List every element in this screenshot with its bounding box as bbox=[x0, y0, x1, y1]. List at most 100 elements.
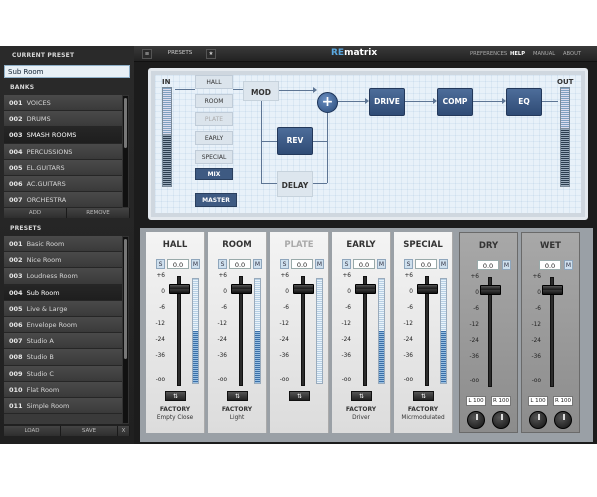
banks-scrollbar[interactable] bbox=[122, 95, 129, 208]
presets-scrollbar[interactable] bbox=[122, 236, 129, 424]
eq-node[interactable]: EQ bbox=[506, 88, 542, 116]
swap-icon[interactable]: ⇅ bbox=[413, 391, 434, 401]
early-fader-knob[interactable] bbox=[355, 284, 376, 294]
mute-button[interactable]: M bbox=[564, 260, 573, 270]
mute-button[interactable]: M bbox=[315, 259, 324, 269]
scale-label: +6 bbox=[218, 273, 227, 279]
remove-bank-button[interactable]: REMOVE bbox=[67, 208, 130, 218]
hall-fader-knob[interactable] bbox=[169, 284, 190, 294]
level-meter bbox=[440, 278, 447, 384]
gain-value-field[interactable]: 0.0 bbox=[415, 259, 437, 269]
preset-list-item[interactable]: 008 Studio B bbox=[4, 349, 122, 366]
left-pan-knob[interactable] bbox=[467, 411, 485, 429]
bank-item-name: PERCUSSIONS bbox=[26, 147, 73, 156]
right-pan-knob[interactable] bbox=[554, 411, 572, 429]
preset-list-item[interactable]: 010 Flat Room bbox=[4, 381, 122, 398]
module-special[interactable]: SPECIAL bbox=[195, 150, 233, 164]
gain-value-field[interactable]: 0.0 bbox=[167, 259, 189, 269]
bank-list-item[interactable]: 002 DRUMS bbox=[4, 111, 122, 128]
preset-list-item[interactable]: 006 Envelope Room bbox=[4, 316, 122, 334]
bank-list-item[interactable]: 001 VOICES bbox=[4, 95, 122, 112]
manual-link[interactable]: MANUAL bbox=[533, 51, 555, 57]
dry-fader-knob[interactable] bbox=[480, 285, 501, 295]
preset-list-item[interactable]: 003 Loudness Room bbox=[4, 268, 122, 285]
mute-button[interactable]: M bbox=[191, 259, 200, 269]
mute-button[interactable]: M bbox=[253, 259, 262, 269]
scale-label: -12 bbox=[155, 321, 165, 327]
bank-item-name: EL.GUITARS bbox=[26, 163, 65, 172]
preset-list-item[interactable]: 005 Live & Large bbox=[4, 300, 122, 317]
bank-list-item[interactable]: 003 SMASH ROOMS bbox=[4, 127, 122, 144]
close-icon[interactable]: X bbox=[118, 426, 130, 436]
bank-list-item[interactable]: 006 AC.GUITARS bbox=[4, 175, 122, 193]
presets-menu-button[interactable]: PRESETS bbox=[156, 49, 204, 59]
about-link[interactable]: ABOUT bbox=[563, 51, 581, 57]
level-meter-fill bbox=[441, 331, 446, 383]
bank-item-name: DRUMS bbox=[26, 115, 51, 124]
swap-icon[interactable]: ⇅ bbox=[165, 391, 186, 401]
bank-item-number: 003 bbox=[9, 131, 23, 140]
solo-button[interactable]: S bbox=[218, 259, 227, 269]
presets-title: PRESETS bbox=[10, 225, 42, 232]
delay-node[interactable]: DELAY bbox=[277, 171, 313, 197]
swap-icon[interactable]: ⇅ bbox=[289, 391, 310, 401]
drive-node[interactable]: DRIVE bbox=[369, 88, 405, 116]
preferences-link[interactable]: PREFERENCES bbox=[470, 51, 507, 57]
left-pan-value[interactable]: L 100 bbox=[528, 396, 548, 406]
preset-list-item[interactable]: 002 Nice Room bbox=[4, 252, 122, 269]
swap-icon[interactable]: ⇅ bbox=[351, 391, 372, 401]
room-fader-knob[interactable] bbox=[231, 284, 252, 294]
save-preset-button[interactable]: SAVE bbox=[61, 426, 118, 436]
scale-label: +6 bbox=[280, 273, 289, 279]
left-pan-value[interactable]: L 100 bbox=[466, 396, 486, 406]
add-bank-button[interactable]: ADD bbox=[4, 208, 67, 218]
scale-label: -36 bbox=[341, 353, 351, 359]
left-pan-knob[interactable] bbox=[529, 411, 547, 429]
comp-node[interactable]: COMP bbox=[437, 88, 473, 116]
star-icon[interactable]: ★ bbox=[206, 49, 216, 59]
plate-fader-knob[interactable] bbox=[293, 284, 314, 294]
mute-button[interactable]: M bbox=[502, 260, 511, 270]
solo-button[interactable]: S bbox=[280, 259, 289, 269]
mute-button[interactable]: M bbox=[377, 259, 386, 269]
bank-list-item[interactable]: 005 EL.GUITARS bbox=[4, 159, 122, 176]
preset-list-item[interactable]: 011 Simple Room bbox=[4, 397, 122, 415]
bank-list-item[interactable]: 004 PERCUSSIONS bbox=[4, 143, 122, 160]
gain-value-field[interactable]: 0.0 bbox=[291, 259, 313, 269]
scale-label: -36 bbox=[469, 354, 479, 360]
swap-icon[interactable]: ⇅ bbox=[227, 391, 248, 401]
menu-icon[interactable]: ≡ bbox=[142, 49, 152, 59]
module-early[interactable]: EARLY bbox=[195, 131, 233, 145]
help-link[interactable]: HELP bbox=[510, 51, 525, 57]
module-hall[interactable]: HALL bbox=[195, 75, 233, 89]
wet-fader-knob[interactable] bbox=[542, 285, 563, 295]
preset-list-item[interactable]: 001 Basic Room bbox=[4, 236, 122, 253]
right-pan-value[interactable]: R 100 bbox=[553, 396, 573, 406]
bank-list-item[interactable]: 007 ORCHESTRA bbox=[4, 192, 122, 209]
preset-list-item[interactable]: 009 Studio C bbox=[4, 365, 122, 382]
solo-button[interactable]: S bbox=[156, 259, 165, 269]
gain-value-field[interactable]: 0.0 bbox=[539, 260, 561, 270]
master-button[interactable]: MASTER bbox=[195, 193, 237, 207]
mute-button[interactable]: M bbox=[439, 259, 448, 269]
solo-button[interactable]: S bbox=[342, 259, 351, 269]
preset-list-item[interactable]: 004 Sub Room bbox=[4, 284, 122, 301]
solo-button[interactable]: S bbox=[404, 259, 413, 269]
current-preset-field[interactable]: Sub Room bbox=[4, 65, 130, 78]
rev-node[interactable]: REV bbox=[277, 127, 313, 155]
mix-button[interactable]: MIX bbox=[195, 168, 233, 180]
preset-list-item[interactable]: 007 Studio A bbox=[4, 333, 122, 350]
wet-scale: +6 0 -6 -12 -24 -36 -oo bbox=[527, 274, 541, 386]
right-pan-knob[interactable] bbox=[492, 411, 510, 429]
mod-node[interactable]: MOD bbox=[243, 81, 279, 101]
load-preset-button[interactable]: LOAD bbox=[4, 426, 61, 436]
gain-value-field[interactable]: 0.0 bbox=[229, 259, 251, 269]
right-pan-value[interactable]: R 100 bbox=[491, 396, 511, 406]
special-fader-knob[interactable] bbox=[417, 284, 438, 294]
dry-scale: +6 0 -6 -12 -24 -36 -oo bbox=[465, 274, 479, 386]
channel-strip-wet: WET 0.0 M +6 0 -6 -12 -24 -36 -oo L 100 R 100 bbox=[521, 232, 580, 433]
module-plate[interactable]: PLATE bbox=[195, 112, 233, 126]
module-room[interactable]: ROOM bbox=[195, 94, 233, 108]
gain-value-field[interactable]: 0.0 bbox=[477, 260, 499, 270]
gain-value-field[interactable]: 0.0 bbox=[353, 259, 375, 269]
